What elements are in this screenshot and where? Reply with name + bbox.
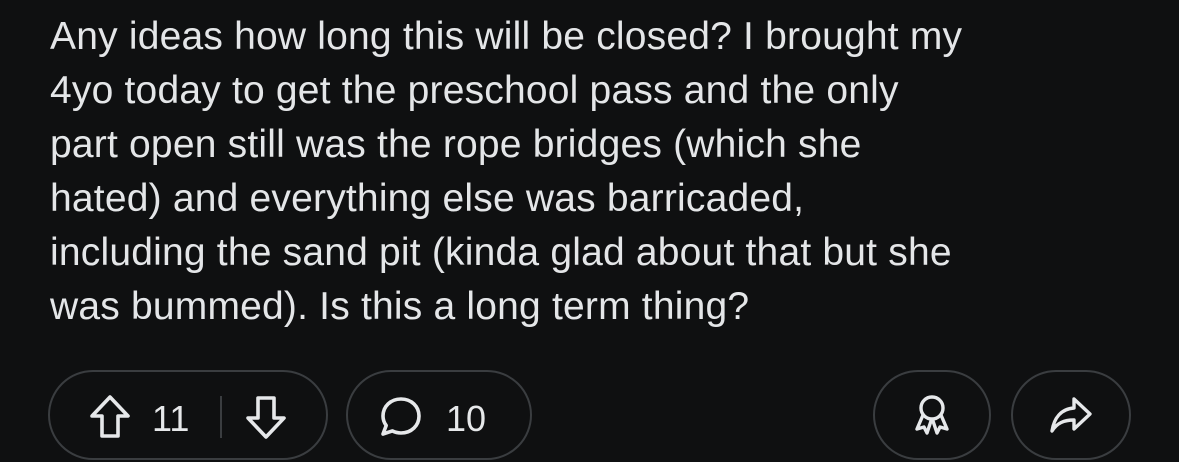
- vote-divider: [220, 396, 222, 438]
- award-icon: [915, 395, 949, 435]
- post-action-bar: 11 10: [48, 370, 1148, 462]
- downvote-button[interactable]: [244, 394, 288, 440]
- comment-icon-wrap: [378, 394, 424, 440]
- post-body-line: hated) and everything else was barricade…: [50, 177, 805, 220]
- upvote-arrow-icon: [90, 395, 130, 438]
- share-arrow-icon: [1050, 397, 1092, 433]
- comment-bubble-icon: [381, 397, 421, 436]
- upvote-button[interactable]: [88, 394, 132, 440]
- post-body-line: 4yo today to get the preschool pass and …: [50, 69, 899, 112]
- post-body-line: was bummed). Is this a long term thing?: [50, 285, 750, 328]
- post-body: Any ideas how long this will be closed? …: [50, 10, 1150, 334]
- vote-control: 11: [48, 370, 328, 460]
- post-body-line: Any ideas how long this will be closed? …: [50, 15, 963, 58]
- comment-count: 10: [446, 398, 487, 439]
- award-button[interactable]: [873, 370, 991, 460]
- vote-count: 11: [152, 398, 190, 439]
- comments-button[interactable]: 10: [346, 370, 532, 460]
- post-body-line: including the sand pit (kinda glad about…: [50, 231, 952, 274]
- share-button[interactable]: [1011, 370, 1131, 460]
- downvote-arrow-icon: [246, 396, 286, 439]
- post-body-line: part open still was the rope bridges (wh…: [50, 123, 862, 166]
